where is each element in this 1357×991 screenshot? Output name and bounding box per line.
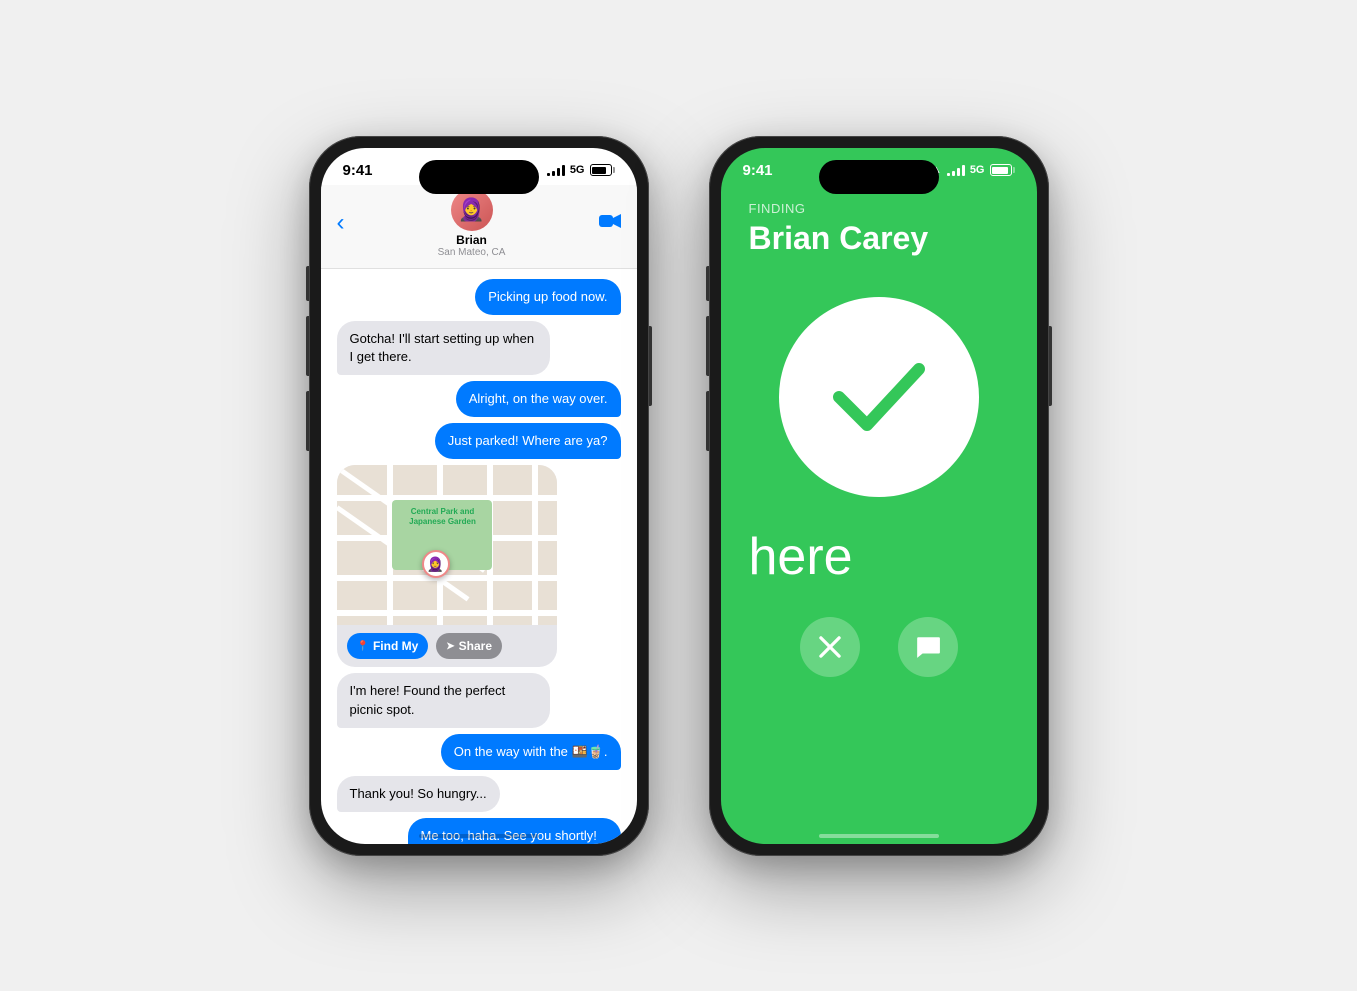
- home-indicator-2: [819, 834, 939, 838]
- message-bubble-sent-5: Me too, haha. See you shortly! 😎: [408, 818, 621, 843]
- msg-row: Just parked! Where are ya?: [337, 423, 621, 459]
- status-icons-2: ▲ 5G: [931, 164, 1015, 176]
- 5g-badge-1: 5G: [570, 164, 585, 176]
- msg-row: Picking up food now.: [337, 279, 621, 315]
- contact-info: 🧕 Brian San Mateo, CA: [438, 189, 506, 258]
- find-my-label: Find My: [373, 639, 418, 653]
- message-bubble-received-3: Thank you! So hungry...: [337, 776, 500, 812]
- here-text: here: [721, 497, 1037, 587]
- dynamic-island-1: [419, 160, 539, 194]
- share-button[interactable]: ➤ Share: [436, 633, 502, 659]
- phones-container: 9:41 5G: [309, 136, 1049, 856]
- findmy-actions: [721, 587, 1037, 677]
- msg-row: I'm here! Found the perfect picnic spot.: [337, 673, 621, 727]
- message-bubble-received-1: Gotcha! I'll start setting up when I get…: [337, 321, 550, 375]
- checkmark-icon: [829, 357, 929, 437]
- msg-row: Me too, haha. See you shortly! 😎 Deliver…: [337, 818, 621, 843]
- signal-bars-1: [547, 164, 565, 176]
- dynamic-island-2: [819, 160, 939, 194]
- close-button[interactable]: [800, 617, 860, 677]
- status-icons-1: 5G: [547, 164, 615, 176]
- message-bubble-sent-3: Just parked! Where are ya?: [435, 423, 621, 459]
- contact-name-1: Brian: [456, 233, 487, 247]
- messages-list: Picking up food now. Gotcha! I'll start …: [321, 269, 637, 844]
- msg-row: Thank you! So hungry...: [337, 776, 621, 812]
- message-button[interactable]: [898, 617, 958, 677]
- contact-location: San Mateo, CA: [438, 247, 506, 258]
- map-actions: 📍 Find My ➤ Share: [337, 625, 557, 667]
- share-label: Share: [459, 639, 492, 653]
- map-message-row: Central Park andJapanese Garden 🧕 📍 Find…: [337, 465, 621, 667]
- msg-row: On the way with the 🍱🧋.: [337, 734, 621, 770]
- findmy-header: FINDING Brian Carey: [721, 185, 1037, 277]
- map-image: Central Park andJapanese Garden 🧕: [337, 465, 557, 625]
- checkmark-circle: [779, 297, 979, 497]
- battery-1: [590, 164, 615, 176]
- find-my-button[interactable]: 📍 Find My: [347, 633, 429, 659]
- msg-row: Gotcha! I'll start setting up when I get…: [337, 321, 621, 375]
- battery-2: [990, 164, 1015, 176]
- message-bubble-received-2: I'm here! Found the perfect picnic spot.: [337, 673, 550, 727]
- phone-1: 9:41 5G: [309, 136, 649, 856]
- messages-header: ‹ 🧕 Brian San Mateo, CA: [321, 185, 637, 269]
- message-bubble-sent-4: On the way with the 🍱🧋.: [441, 734, 621, 770]
- msg-row: Alright, on the way over.: [337, 381, 621, 417]
- location-pin: 🧕: [422, 550, 450, 578]
- back-button[interactable]: ‹: [337, 209, 345, 237]
- facetime-button[interactable]: [599, 212, 621, 235]
- signal-bars-2: [947, 164, 965, 176]
- findmy-screen: 9:41 ▲ 5G: [721, 148, 1037, 844]
- 5g-badge-2: 5G: [970, 164, 985, 176]
- imessage-screen: 9:41 5G: [321, 148, 637, 844]
- park-label: Central Park andJapanese Garden: [399, 507, 487, 526]
- home-indicator-1: [419, 834, 539, 838]
- finding-label: FINDING: [749, 201, 1009, 216]
- map-bubble: Central Park andJapanese Garden 🧕 📍 Find…: [337, 465, 557, 667]
- message-bubble-sent-1: Picking up food now.: [475, 279, 620, 315]
- time-1: 9:41: [343, 162, 373, 179]
- time-2: 9:41: [743, 162, 773, 179]
- avatar: 🧕: [451, 189, 493, 231]
- contact-full-name: Brian Carey: [749, 220, 1009, 257]
- map-background: Central Park andJapanese Garden 🧕: [337, 465, 557, 625]
- message-bubble-sent-2: Alright, on the way over.: [456, 381, 621, 417]
- phone-2: 9:41 ▲ 5G: [709, 136, 1049, 856]
